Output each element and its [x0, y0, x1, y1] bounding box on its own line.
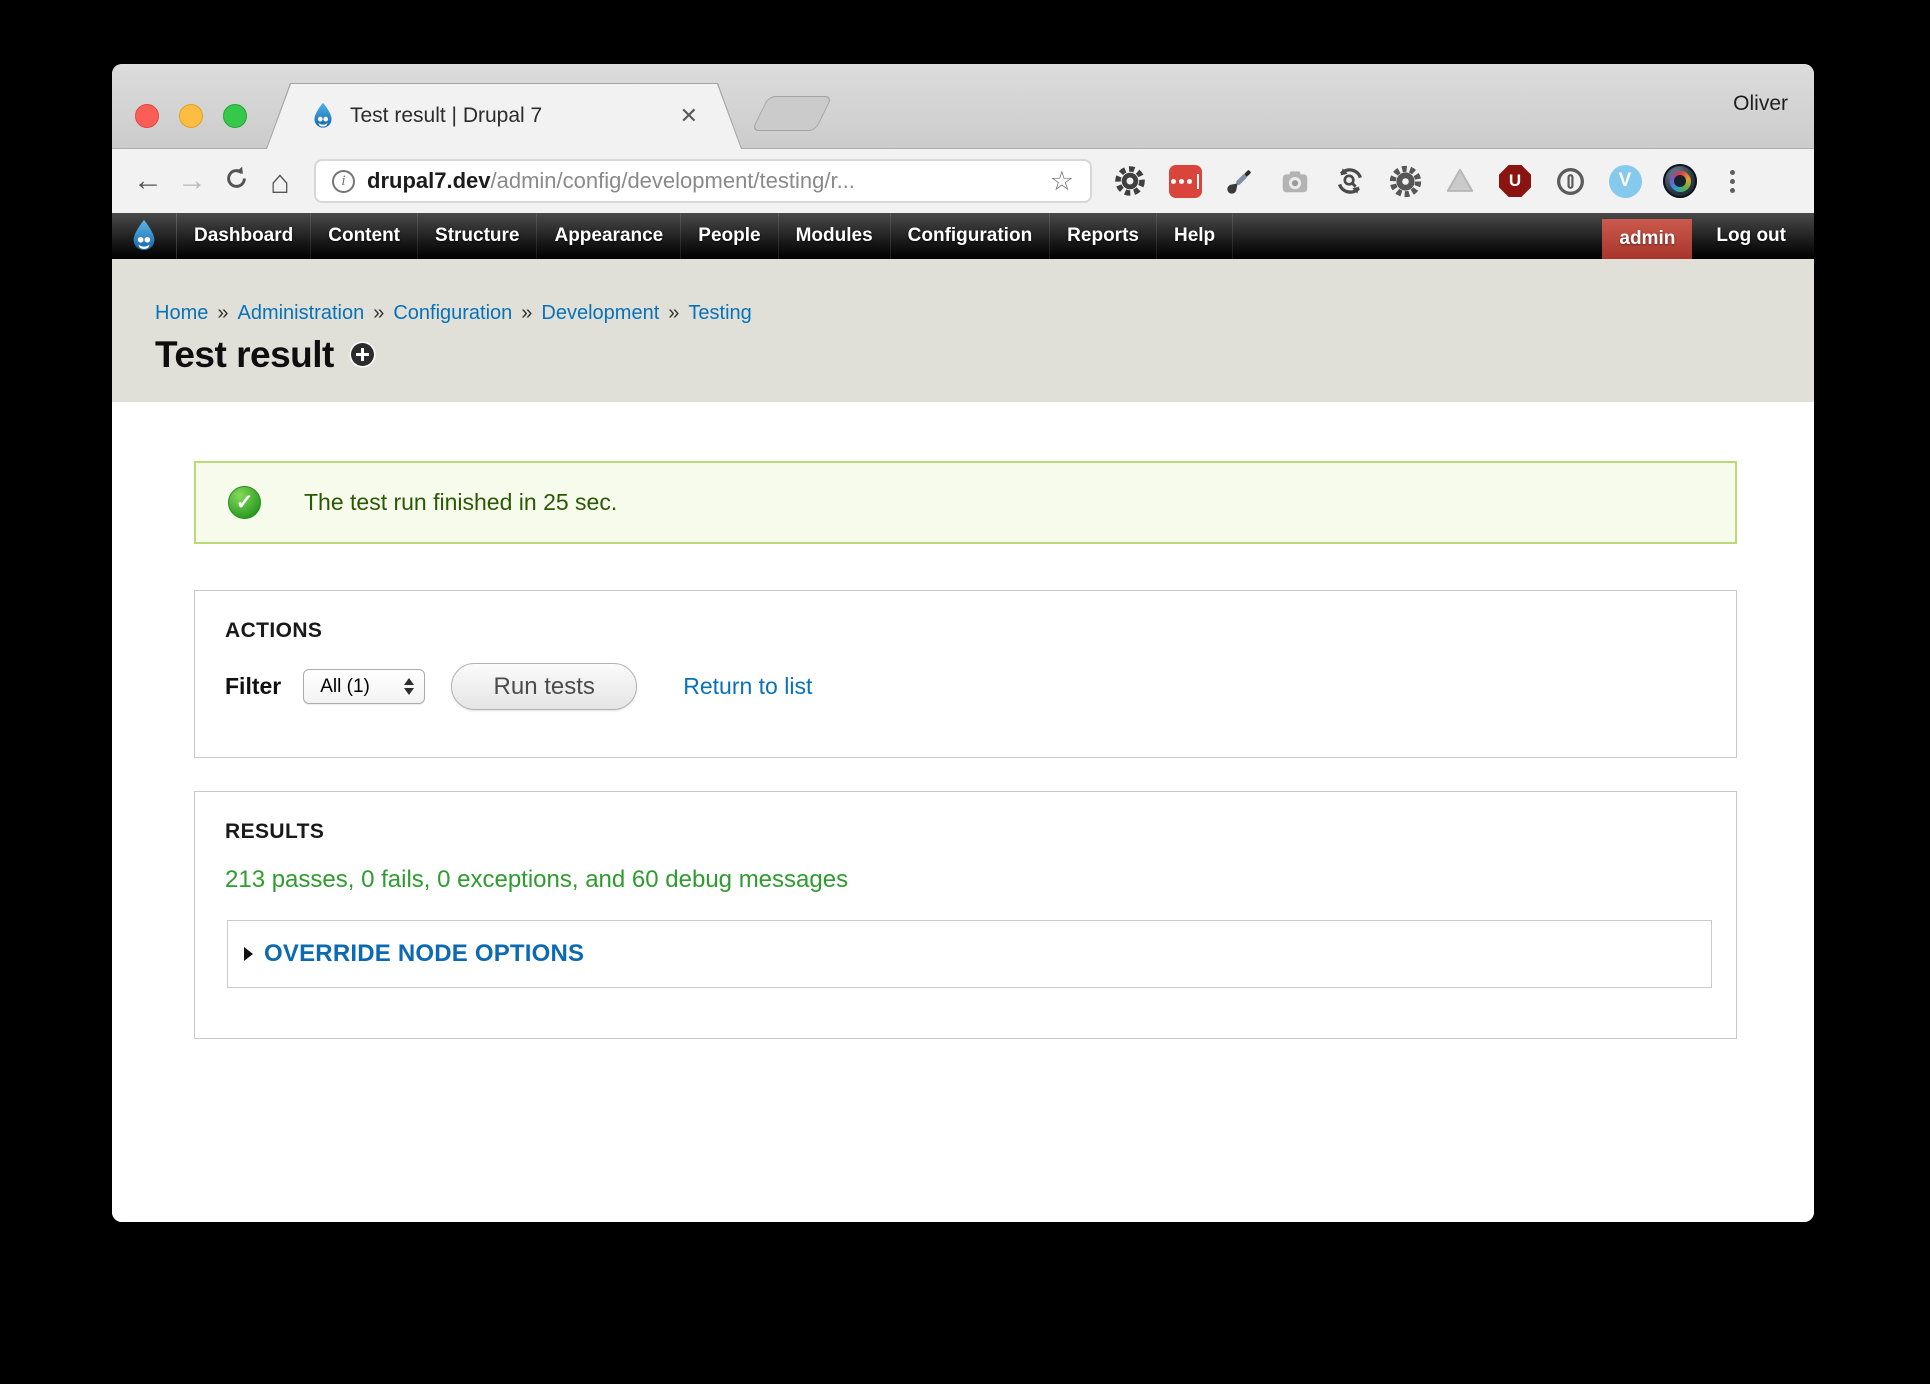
forward-icon[interactable]: → [170, 166, 214, 196]
run-tests-button[interactable]: Run tests [451, 663, 637, 710]
extension-bar: U V [1112, 163, 1698, 199]
admin-menu-dashboard[interactable]: Dashboard [177, 213, 311, 259]
tab-title: Test result | Drupal 7 [350, 104, 542, 128]
traffic-lights [135, 104, 247, 128]
actions-fieldset: ACTIONS Filter All (1) Run tests Return … [194, 590, 1737, 758]
breadcrumb-administration[interactable]: Administration [237, 302, 364, 325]
lens-icon[interactable] [1662, 163, 1698, 199]
breadcrumb-configuration[interactable]: Configuration [393, 302, 512, 325]
profile-name[interactable]: Oliver [1733, 92, 1788, 116]
page-content: ✓ The test run finished in 25 sec. ACTIO… [112, 402, 1814, 1222]
admin-menu-reports[interactable]: Reports [1050, 213, 1157, 259]
breadcrumb-separator: » [668, 302, 679, 325]
admin-menu-modules[interactable]: Modules [779, 213, 891, 259]
back-icon[interactable]: ← [126, 166, 170, 196]
reload-icon[interactable] [214, 165, 258, 198]
tab-strip: Test result | Drupal 7 ✕ Oliver [112, 64, 1814, 149]
breadcrumb-testing[interactable]: Testing [688, 302, 751, 325]
check-glyph: ✓ [236, 492, 254, 513]
admin-menu-people[interactable]: People [681, 213, 778, 259]
drupal-logo-icon[interactable] [112, 213, 177, 259]
results-summary: 213 passes, 0 fails, 0 exceptions, and 6… [225, 866, 1706, 894]
page-info-icon[interactable]: i [332, 170, 355, 193]
keyhole-icon[interactable] [1552, 163, 1588, 199]
address-bar[interactable]: i drupal7.dev /admin/config/development/… [314, 159, 1092, 203]
return-to-list-link[interactable]: Return to list [683, 673, 812, 700]
status-message-text: The test run finished in 25 sec. [304, 489, 617, 516]
close-window-button[interactable] [135, 104, 159, 128]
drive-icon[interactable] [1442, 163, 1478, 199]
active-tab[interactable]: Test result | Drupal 7 ✕ [266, 83, 742, 149]
url-host: drupal7.dev [367, 168, 490, 194]
filter-select[interactable]: All (1) [303, 669, 425, 704]
status-message: ✓ The test run finished in 25 sec. [194, 461, 1737, 544]
admin-menu-appearance[interactable]: Appearance [537, 213, 681, 259]
page-monitor-icon[interactable] [1332, 163, 1368, 199]
browser-toolbar: ← → ⌂ i drupal7.dev /admin/config/develo… [112, 149, 1814, 213]
dark-gear-icon[interactable] [1387, 163, 1423, 199]
browser-window: Test result | Drupal 7 ✕ Oliver ← → ⌂ i … [112, 64, 1814, 1222]
override-node-options-fieldset[interactable]: OVERRIDE NODE OPTIONS [227, 920, 1712, 988]
admin-user-tab[interactable]: admin [1602, 219, 1692, 259]
bookmark-star-icon[interactable]: ☆ [1050, 168, 1074, 195]
vimium-icon[interactable]: V [1607, 163, 1643, 199]
minimize-window-button[interactable] [179, 104, 203, 128]
lastpass-icon[interactable] [1167, 163, 1203, 199]
status-ok-icon: ✓ [228, 486, 261, 519]
eyedropper-icon[interactable] [1222, 163, 1258, 199]
results-legend: RESULTS [225, 820, 1706, 844]
select-arrows-icon [404, 678, 414, 695]
admin-menu-configuration[interactable]: Configuration [891, 213, 1051, 259]
breadcrumb-separator: » [373, 302, 384, 325]
admin-menu: Dashboard Content Structure Appearance P… [177, 213, 1233, 259]
breadcrumb-separator: » [217, 302, 228, 325]
vimium-letter: V [1619, 170, 1632, 192]
filter-label: Filter [225, 673, 281, 700]
camera-icon[interactable] [1277, 163, 1313, 199]
ublock-icon[interactable]: U [1497, 163, 1533, 199]
breadcrumb-home[interactable]: Home [155, 302, 208, 325]
override-node-options-label[interactable]: OVERRIDE NODE OPTIONS [264, 940, 584, 968]
breadcrumb-development[interactable]: Development [541, 302, 659, 325]
drupal-admin-toolbar: Dashboard Content Structure Appearance P… [112, 213, 1814, 259]
admin-menu-structure[interactable]: Structure [418, 213, 537, 259]
new-tab-button[interactable] [751, 96, 832, 131]
home-icon[interactable]: ⌂ [258, 165, 302, 198]
browser-menu-icon[interactable] [1714, 170, 1750, 193]
admin-menu-help[interactable]: Help [1157, 213, 1233, 259]
fullscreen-window-button[interactable] [223, 104, 247, 128]
drupal-favicon [310, 102, 336, 130]
results-fieldset: RESULTS 213 passes, 0 fails, 0 exception… [194, 791, 1737, 1039]
filter-select-value: All (1) [320, 676, 370, 698]
breadcrumb-separator: » [521, 302, 532, 325]
tab-close-icon[interactable]: ✕ [680, 105, 698, 127]
gear-extension-icon[interactable] [1112, 163, 1148, 199]
collapsed-arrow-icon [244, 947, 253, 961]
actions-legend: ACTIONS [225, 619, 1706, 643]
admin-menu-content[interactable]: Content [311, 213, 418, 259]
page-title: Test result [155, 336, 334, 373]
ublock-letter: U [1509, 171, 1521, 191]
logout-link[interactable]: Log out [1692, 213, 1814, 259]
breadcrumb: Home » Administration » Configuration » … [155, 259, 1814, 325]
add-shortcut-icon[interactable] [351, 343, 374, 366]
url-path: /admin/config/development/testing/r... [490, 168, 854, 194]
page-header: Home » Administration » Configuration » … [112, 259, 1814, 402]
